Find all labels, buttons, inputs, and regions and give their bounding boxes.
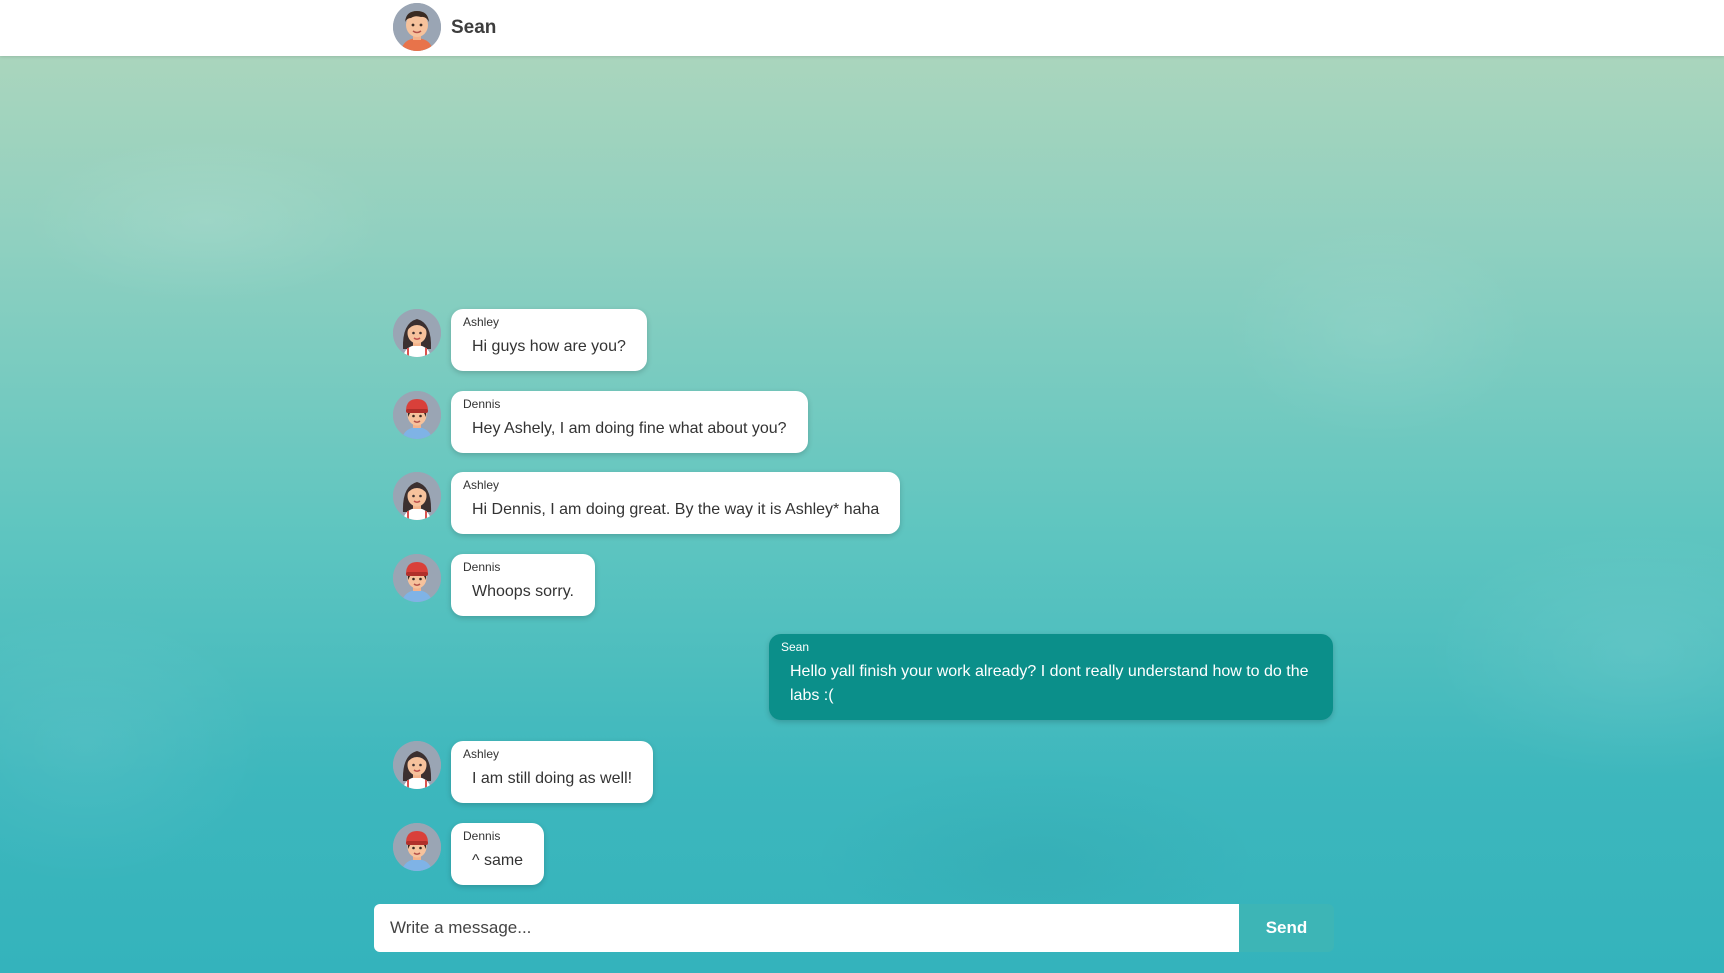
message-text: Hey Ashely, I am doing fine what about y… (472, 420, 787, 437)
boy-avatar-icon (393, 3, 441, 51)
message-sender: Ashley (463, 478, 500, 492)
message-bubble: Dennis Hey Ashely, I am doing fine what … (451, 391, 808, 453)
message-bubble: Ashley Hi guys how are you? (451, 309, 647, 371)
message-bubble: Dennis Whoops sorry. (451, 554, 595, 616)
own-message-bubble: Sean Hello yall finish your work already… (769, 634, 1333, 720)
message-sender: Sean (781, 640, 810, 654)
message-sender: Dennis (463, 829, 501, 843)
message-sender: Dennis (463, 560, 501, 574)
girl-avatar-icon (393, 472, 441, 520)
message-input[interactable] (374, 904, 1242, 952)
message-text: ^ same (472, 852, 524, 869)
message-text: Whoops sorry. (472, 583, 574, 600)
send-button[interactable]: Send (1239, 904, 1334, 952)
message-bubble: Dennis ^ same (451, 823, 545, 885)
message-text: Hi guys how are you? (472, 338, 626, 355)
message-composer: Send (374, 904, 1334, 952)
message-bubble: Ashley Hi Dennis, I am doing great. By t… (451, 472, 901, 534)
message-bubble: Ashley I am still doing as well! (451, 741, 654, 803)
boy-cap-avatar-icon (393, 554, 441, 602)
chat-title: Sean (451, 17, 497, 38)
boy-cap-avatar-icon (393, 823, 441, 871)
girl-avatar-icon (393, 741, 441, 789)
message-text: Hi Dennis, I am doing great. By the way … (472, 501, 880, 518)
girl-avatar-icon (393, 309, 441, 357)
message-sender: Dennis (463, 397, 501, 411)
message-sender: Ashley (463, 747, 500, 761)
message-sender: Ashley (463, 315, 500, 329)
message-text: Hello yall finish your work already? I d… (790, 663, 1309, 704)
boy-cap-avatar-icon (393, 391, 441, 439)
chat-header: Sean (0, 0, 1724, 56)
message-text: I am still doing as well! (472, 770, 633, 787)
